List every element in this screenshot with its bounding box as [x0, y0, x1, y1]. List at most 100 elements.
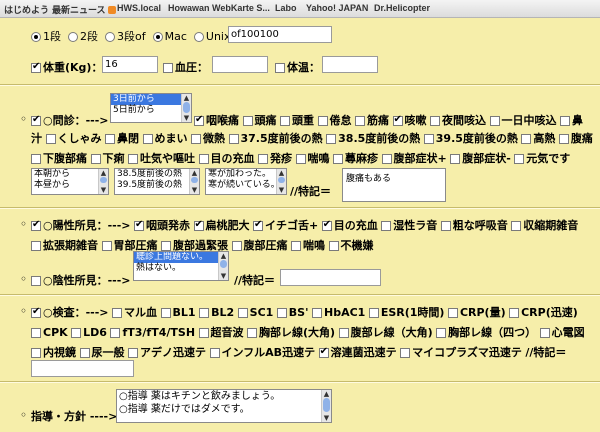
symptom-item[interactable]: 腹部症状+	[381, 152, 447, 165]
exam-item[interactable]: CRP(量)	[447, 306, 506, 319]
finding-item[interactable]: イチゴ舌+	[253, 219, 318, 232]
scrollbar[interactable]: ▲ ▼	[276, 169, 286, 194]
bookmark-howawan[interactable]: Howawan WebKarte S...	[168, 3, 270, 13]
symptom-item[interactable]: 吐気や嘔吐	[128, 152, 195, 165]
symptom-item[interactable]: 倦怠	[317, 114, 352, 127]
unix-code-input[interactable]: of100100	[228, 26, 332, 43]
mode-unix[interactable]: Unix	[193, 30, 230, 43]
exam-item[interactable]: CPK	[31, 326, 68, 339]
list-option[interactable]: 38.5度前後の熱	[115, 169, 199, 180]
exam-item[interactable]: 胸部レ線（四つ）	[436, 326, 536, 339]
monshin-special-textarea[interactable]: 腹痛もある	[342, 168, 446, 202]
exam-item[interactable]: 超音波	[198, 326, 244, 339]
symptom-item[interactable]: 腹部症状-	[450, 152, 511, 165]
list3-listbox[interactable]: 寒が加わった。 寒が続いている。 ▲ ▼	[205, 168, 287, 195]
mode-2dan[interactable]: 2段	[68, 30, 98, 43]
exam-item[interactable]: 心電図	[539, 326, 585, 339]
exam-item[interactable]: 腹部レ線（大角)	[338, 326, 433, 339]
finding-item[interactable]: 目の充血	[321, 219, 378, 232]
list-option[interactable]: 本昼から	[32, 180, 108, 191]
exam-item[interactable]: fT3/fT4/TSH	[110, 326, 195, 339]
finding-item[interactable]: 咽頭発赤	[134, 219, 190, 232]
scrollbar[interactable]: ▲ ▼	[321, 390, 331, 422]
list2-listbox[interactable]: 38.5度前後の熱 39.5度前後の熱 ▲ ▼	[114, 168, 200, 195]
positive-toggle[interactable]: ○陽性所見：--->	[31, 219, 131, 232]
exam-item[interactable]: BL1	[160, 306, 196, 319]
bookmark-news[interactable]: 最新ニュース	[52, 3, 116, 16]
exam-item[interactable]: 尿一般	[79, 346, 125, 359]
symptom-item[interactable]: 一日中咳込	[489, 114, 557, 127]
exam-item[interactable]: マイコプラズマ迅速テ	[400, 346, 522, 359]
onset-listbox[interactable]: 3日前から 5日前から ▲ ▼	[110, 93, 192, 123]
exam-item[interactable]: マル血	[112, 306, 157, 319]
symptom-item[interactable]: 下腹部痛	[31, 152, 87, 165]
mode-mac[interactable]: Mac	[152, 30, 187, 43]
temp-checkbox-row[interactable]: 体温：	[275, 59, 320, 75]
symptom-item[interactable]: 38.5度前後の熱	[326, 132, 420, 145]
exam-special-input[interactable]	[31, 360, 134, 377]
negative-special-input[interactable]	[280, 269, 381, 286]
weight-checkbox-row[interactable]: 体重(Kg)：	[31, 59, 102, 75]
finding-item[interactable]: 粗な呼吸音	[440, 219, 508, 232]
guidance-listbox[interactable]: ○指導 薬はキチンと飲みましょう。 ○指導 薬だけではダメです。 ▲ ▼	[116, 389, 332, 423]
exam-item[interactable]: BL2	[199, 306, 234, 319]
scrollbar[interactable]: ▲ ▼	[189, 169, 199, 194]
list-option[interactable]: 寒が続いている。	[206, 180, 286, 191]
symptom-item[interactable]: 鼻閉	[105, 132, 139, 145]
exam-item[interactable]: ESR(1時間)	[368, 306, 444, 319]
exam-item[interactable]: SC1	[237, 306, 273, 319]
exam-item[interactable]: CRP(迅速)	[509, 306, 578, 319]
temp-input[interactable]	[322, 56, 378, 73]
list-option[interactable]: 3日前から	[111, 94, 191, 105]
finding-item[interactable]: 喘鳴	[291, 239, 325, 252]
symptom-item[interactable]: 目の充血	[198, 152, 255, 165]
finding-item[interactable]: 不機嫌	[328, 239, 374, 252]
symptom-item[interactable]: 夜間咳込	[430, 114, 486, 127]
symptom-item[interactable]: めまい	[142, 132, 188, 145]
mode-1dan[interactable]: 1段	[31, 30, 61, 43]
symptom-item[interactable]: 腹痛	[558, 132, 593, 145]
list-option[interactable]: 寒が加わった。	[206, 169, 286, 180]
exam-item[interactable]: インフルAB迅速テ	[209, 346, 315, 359]
list-option[interactable]: 熱はない。	[134, 263, 228, 274]
bookmark-yahoo[interactable]: Yahoo! JAPAN	[306, 3, 368, 13]
symptom-item[interactable]: 頭重	[280, 114, 314, 127]
symptom-item[interactable]: 咳嗽	[392, 114, 427, 127]
list-option[interactable]: 聴診上問題ない。	[134, 252, 228, 263]
symptom-item[interactable]: 37.5度前後の熱	[228, 132, 323, 145]
symptom-item[interactable]: 高熱	[521, 132, 555, 145]
scrollbar[interactable]: ▲ ▼	[181, 94, 191, 122]
exam-item[interactable]: 胸部レ線(大角)	[247, 326, 335, 339]
symptom-item[interactable]: 39.5度前後の熱	[423, 132, 518, 145]
scrollbar[interactable]: ▲ ▼	[218, 252, 228, 280]
symptom-item[interactable]: 蕁麻疹	[333, 152, 378, 165]
list-option[interactable]: 本朝から	[32, 169, 108, 180]
negative-toggle[interactable]: ○陰性所見：--->	[31, 272, 131, 288]
symptom-item[interactable]: 咽喉痛	[194, 114, 239, 127]
symptom-item[interactable]: 頭痛	[242, 114, 277, 127]
finding-item[interactable]: 湿性ラ音	[381, 219, 437, 232]
symptom-item[interactable]: 喘鳴	[295, 152, 330, 165]
exam-item[interactable]: 内視鏡	[31, 346, 76, 359]
bp-input[interactable]	[212, 56, 268, 73]
bp-checkbox-row[interactable]: 血圧：	[163, 59, 208, 75]
symptom-item[interactable]: 下痢	[90, 152, 125, 165]
symptom-item[interactable]: 元気です	[514, 152, 570, 165]
symptom-item[interactable]: 発疹	[258, 152, 292, 165]
exam-toggle[interactable]: ○検査：--->	[31, 306, 109, 319]
exam-item[interactable]: HbAC1	[311, 306, 365, 319]
scrollbar[interactable]: ▲ ▼	[98, 169, 108, 194]
symptom-item[interactable]: 微熱	[191, 132, 225, 145]
list-option[interactable]: 5日前から	[111, 105, 191, 116]
bookmark-drhelicopter[interactable]: Dr.Helicopter	[374, 3, 430, 13]
list-option[interactable]: 39.5度前後の熱	[115, 180, 199, 191]
bookmark-labo[interactable]: Labo	[275, 3, 297, 13]
monshin-toggle[interactable]: ○問診：--->	[31, 112, 109, 128]
exam-item[interactable]: 溶連菌迅速テ	[318, 346, 397, 359]
list-option[interactable]: ○指導 薬はキチンと飲みましょう。	[117, 390, 331, 403]
finding-item[interactable]: 収縮期雑音	[511, 219, 578, 232]
bookmark-hajimeyou[interactable]: はじめよう	[4, 3, 49, 16]
finding-item[interactable]: 拡張期雑音	[31, 239, 98, 252]
bookmark-hws-local[interactable]: HWS.local	[117, 3, 161, 13]
finding-item[interactable]: 扁桃肥大	[193, 219, 250, 232]
